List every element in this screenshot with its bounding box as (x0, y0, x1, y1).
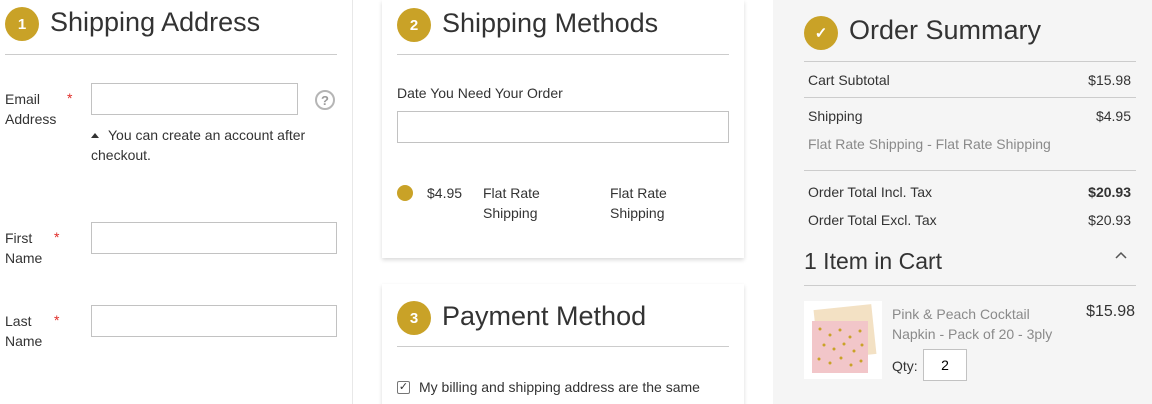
product-thumbnail[interactable] (804, 301, 882, 379)
shipping-label: Shipping (808, 108, 863, 124)
step-2-badge: 2 (397, 8, 431, 42)
row-divider (804, 285, 1136, 286)
shipping-method-radio[interactable] (397, 185, 413, 201)
question-icon[interactable]: ? (315, 90, 335, 110)
email-field[interactable] (91, 83, 298, 115)
account-note: You can create an account after checkout… (91, 125, 336, 165)
column-divider (352, 0, 353, 404)
subtotal-value: $15.98 (1088, 72, 1131, 88)
napkin-image-icon (812, 304, 877, 373)
same-address-label: My billing and shipping address are the … (419, 379, 700, 395)
payment-method-title: Payment Method (442, 301, 647, 331)
shipping-method-title: Flat Rate Shipping (483, 185, 540, 221)
date-field[interactable] (397, 111, 729, 143)
section-divider (397, 346, 729, 347)
last-name-field[interactable] (91, 305, 337, 337)
date-label: Date You Need Your Order (397, 85, 563, 101)
first-name-required-mark: * (54, 229, 60, 245)
total-incl-label: Order Total Incl. Tax (808, 184, 932, 200)
shipping-methods-title: Shipping Methods (442, 8, 659, 38)
subtotal-label: Cart Subtotal (808, 72, 890, 88)
same-address-checkbox[interactable]: ✓ (397, 381, 410, 394)
total-excl-label: Order Total Excl. Tax (808, 212, 937, 228)
shipping-method-price: $4.95 (427, 185, 463, 201)
triangle-up-icon (91, 133, 99, 138)
items-in-cart-heading[interactable]: 1 Item in Cart (804, 248, 942, 275)
total-excl-value: $20.93 (1088, 212, 1131, 228)
row-divider (804, 97, 1136, 98)
shipping-carrier-title: Flat Rate Shipping (610, 185, 667, 221)
qty-input[interactable] (923, 349, 967, 381)
step-3-badge: 3 (397, 301, 431, 335)
item-name[interactable]: Pink & Peach Cocktail Napkin - Pack of 2… (892, 304, 1072, 344)
section-divider (804, 61, 1136, 62)
check-icon: ✓ (804, 16, 838, 50)
last-name-required-mark: * (54, 312, 60, 328)
shipping-address-title: Shipping Address (50, 7, 261, 37)
order-summary-title: Order Summary (849, 15, 1042, 45)
total-incl-value: $20.93 (1088, 184, 1131, 200)
account-note-text: You can create an account after checkout… (91, 127, 306, 163)
item-price: $15.98 (1086, 303, 1135, 320)
section-divider (5, 54, 337, 55)
first-name-field[interactable] (91, 222, 337, 254)
shipping-method-summary: Flat Rate Shipping - Flat Rate Shipping (808, 136, 1051, 152)
section-divider (397, 54, 729, 55)
qty-label: Qty: (892, 358, 918, 374)
email-required-mark: * (67, 90, 73, 106)
step-1-badge: 1 (5, 7, 39, 41)
row-divider (804, 170, 1136, 171)
order-summary-panel: ✓ Order Summary Cart Subtotal $15.98 Shi… (773, 0, 1152, 404)
email-label: Email Address (5, 91, 57, 127)
shipping-value: $4.95 (1095, 108, 1131, 124)
last-name-label: Last Name (5, 313, 43, 349)
first-name-label: First Name (5, 230, 43, 266)
chevron-up-icon[interactable] (1114, 250, 1128, 260)
